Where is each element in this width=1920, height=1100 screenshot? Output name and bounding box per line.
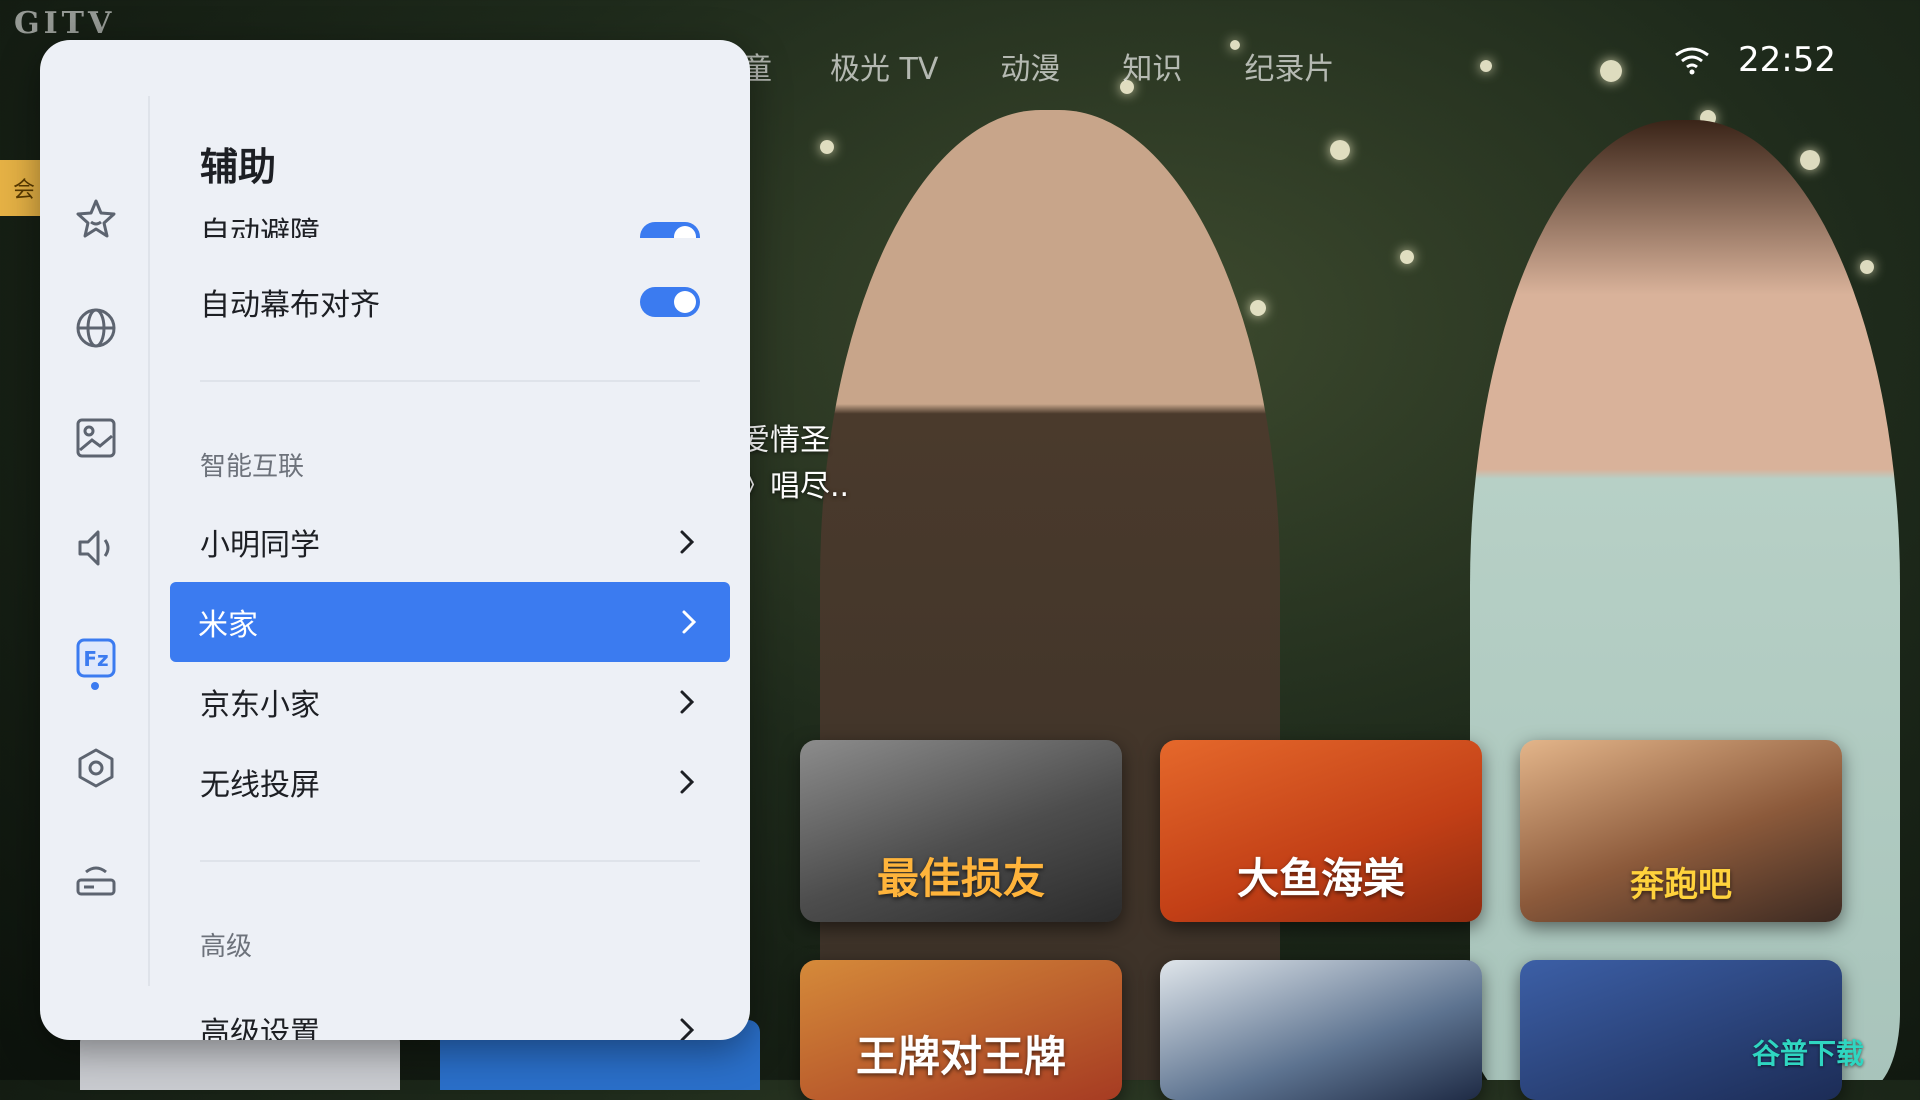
- section-label-advanced: 高级: [200, 932, 253, 962]
- hexagon-settings-icon[interactable]: [68, 740, 124, 796]
- nav-item-documentary[interactable]: 纪录片: [1244, 44, 1334, 88]
- router-icon[interactable]: [68, 850, 124, 906]
- setting-label: 自动避障: [200, 216, 320, 238]
- poster-card[interactable]: 最佳损友: [800, 740, 1122, 922]
- setting-label: 高级设置: [200, 1016, 320, 1040]
- settings-category-rail: Fz: [40, 40, 150, 1040]
- watermark: 谷普下载: [1751, 1037, 1864, 1070]
- active-category-dot: [91, 682, 99, 690]
- setting-label: 米家: [198, 608, 258, 643]
- top-nav: 极光 TV 动漫 知识 纪录片: [830, 44, 1334, 88]
- poster-card[interactable]: 王牌对王牌: [800, 960, 1122, 1100]
- chevron-right-icon: [674, 1017, 700, 1040]
- hero-caption-line2: 》唱尽..: [740, 469, 850, 504]
- chevron-right-icon: [674, 529, 700, 555]
- setting-row-jd-home[interactable]: 京东小家: [200, 662, 700, 742]
- star-icon[interactable]: [68, 190, 124, 246]
- globe-icon[interactable]: [68, 300, 124, 356]
- hero-person-right: [1470, 120, 1900, 1080]
- setting-label: 自动幕布对齐: [200, 288, 380, 323]
- hero-caption-line1: 爱情圣: [740, 423, 830, 458]
- nav-item-knowledge[interactable]: 知识: [1122, 44, 1182, 88]
- image-icon[interactable]: [68, 410, 124, 466]
- poster-title: 奔跑吧: [1630, 865, 1732, 905]
- poster-title: 大鱼海棠: [1236, 854, 1405, 903]
- rail-divider: [148, 96, 150, 986]
- settings-panel: Fz 辅助 自动避障 自动幕布对齐 智能互联 小明同学 米家 京东小家 无线投屏…: [40, 40, 750, 1040]
- setting-row-wireless-cast[interactable]: 无线投屏: [200, 742, 700, 822]
- speaker-icon[interactable]: [68, 520, 124, 576]
- chevron-right-icon: [676, 609, 702, 635]
- auto-obstacle-toggle[interactable]: [640, 222, 700, 238]
- status-bar: 22:52: [1672, 40, 1836, 80]
- clock: 22:52: [1738, 40, 1836, 80]
- poster-title: 王牌对王牌: [855, 1032, 1066, 1081]
- nav-item-anime[interactable]: 动漫: [1000, 44, 1060, 88]
- poster-card[interactable]: 奔跑吧: [1520, 740, 1842, 922]
- auto-screen-align-toggle[interactable]: [640, 287, 700, 317]
- assist-icon[interactable]: Fz: [68, 630, 124, 686]
- section-divider: [200, 380, 700, 382]
- poster-card[interactable]: [1520, 960, 1842, 1100]
- brand-logo: GITV: [14, 6, 116, 41]
- section-label-smart-connect: 智能互联: [200, 452, 305, 482]
- setting-row-mijia[interactable]: 米家: [170, 582, 730, 662]
- setting-row-advanced-settings[interactable]: 高级设置: [200, 990, 700, 1040]
- setting-row-xiaoming[interactable]: 小明同学: [200, 502, 700, 582]
- hero-caption: 爱情圣 》唱尽..: [740, 418, 849, 510]
- wifi-icon: [1672, 45, 1712, 75]
- setting-row-auto-screen-align[interactable]: 自动幕布对齐: [200, 262, 700, 342]
- setting-label: 京东小家: [200, 688, 320, 723]
- nav-item-jiguang-tv[interactable]: 极光 TV: [830, 44, 938, 88]
- setting-label: 无线投屏: [200, 768, 320, 803]
- hero-person-left: [820, 110, 1280, 1080]
- setting-row-auto-obstacle[interactable]: 自动避障: [200, 208, 700, 238]
- poster-title: 最佳损友: [876, 854, 1045, 903]
- chevron-right-icon: [674, 689, 700, 715]
- settings-content: 辅助 自动避障 自动幕布对齐 智能互联 小明同学 米家 京东小家 无线投屏 高级…: [170, 40, 740, 1040]
- section-divider: [200, 860, 700, 862]
- svg-text:Fz: Fz: [83, 647, 108, 671]
- setting-label: 小明同学: [200, 528, 320, 563]
- poster-card[interactable]: [1160, 960, 1482, 1100]
- poster-card[interactable]: 大鱼海棠: [1160, 740, 1482, 922]
- panel-title: 辅助: [200, 145, 277, 189]
- chevron-right-icon: [674, 769, 700, 795]
